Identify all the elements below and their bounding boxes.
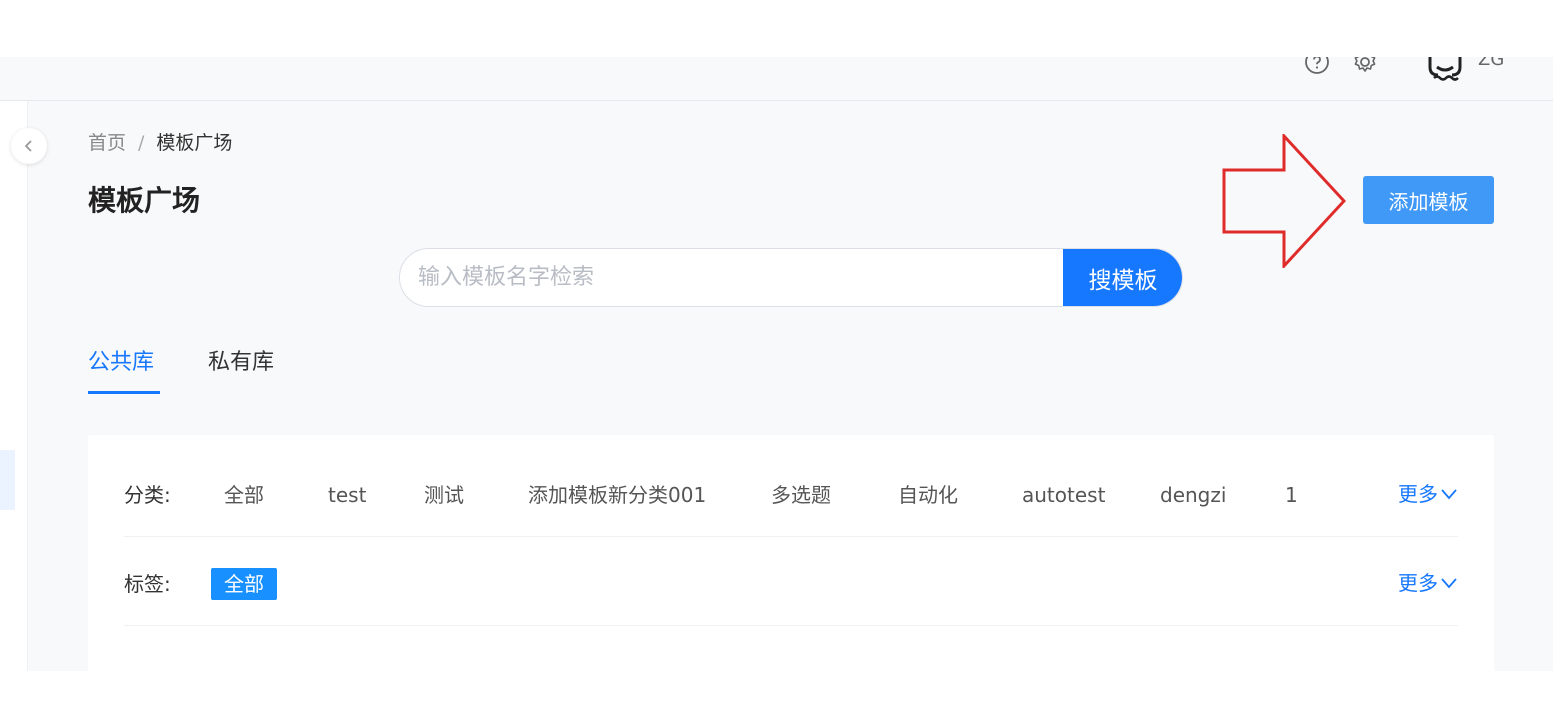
breadcrumb: 首页 / 模板广场 (88, 131, 232, 155)
category-item-ceshi[interactable]: 测试 (424, 483, 464, 507)
help-icon[interactable] (1304, 57, 1330, 75)
tab-public-library[interactable]: 公共库 (88, 347, 154, 379)
category-more-label: 更多 (1398, 482, 1438, 506)
breadcrumb-home[interactable]: 首页 (88, 132, 126, 154)
add-template-button[interactable]: 添加模板 (1363, 176, 1494, 224)
annotation-arrow-icon (1222, 134, 1346, 268)
tag-label: 标签: (124, 572, 171, 596)
category-item-new-category[interactable]: 添加模板新分类001 (528, 483, 706, 507)
search-button[interactable]: 搜模板 (1063, 249, 1182, 306)
tag-item-all[interactable]: 全部 (211, 568, 277, 600)
tag-filter-row: 标签: 全部 更多 (124, 536, 1458, 626)
user-name[interactable]: ZG (1478, 57, 1504, 71)
top-bar: ZG (0, 57, 1553, 101)
category-more-link[interactable]: 更多 (1398, 482, 1458, 506)
search-box: 搜模板 (399, 248, 1183, 307)
active-tab-indicator (88, 391, 160, 394)
avatar[interactable] (1426, 57, 1464, 81)
category-label: 分类: (124, 483, 171, 507)
category-item-test[interactable]: test (328, 483, 366, 507)
main-content: 首页 / 模板广场 模板广场 添加模板 搜模板 公共库 私有库 分类: 全部 tes… (28, 101, 1553, 671)
search-input[interactable] (400, 249, 1064, 306)
app-frame: ZG 首页 / 模板广场 模板广场 添加模板 搜模板 公共库 私有库 分类: (0, 57, 1553, 671)
page-title: 模板广场 (88, 184, 201, 217)
chevron-down-icon (1441, 489, 1457, 500)
category-item-automation[interactable]: 自动化 (898, 483, 958, 507)
category-item-1[interactable]: 1 (1285, 483, 1298, 507)
tag-more-label: 更多 (1398, 571, 1438, 595)
tag-more-link[interactable]: 更多 (1398, 571, 1458, 595)
breadcrumb-separator: / (138, 132, 145, 154)
category-item-dengzi[interactable]: dengzi (1160, 483, 1226, 507)
gear-icon[interactable] (1352, 57, 1378, 75)
breadcrumb-current: 模板广场 (156, 132, 233, 154)
filter-panel: 分类: 全部 test 测试 添加模板新分类001 多选题 自动化 autote… (88, 435, 1494, 671)
chevron-down-icon (1441, 578, 1457, 589)
category-item-all[interactable]: 全部 (224, 483, 264, 507)
sidebar-active-marker (0, 450, 15, 510)
sidebar (0, 101, 28, 671)
category-item-autotest[interactable]: autotest (1022, 483, 1105, 507)
category-item-multiple-choice[interactable]: 多选题 (771, 483, 831, 507)
tab-private-library[interactable]: 私有库 (208, 347, 274, 379)
category-filter-row: 分类: 全部 test 测试 添加模板新分类001 多选题 自动化 autote… (124, 447, 1458, 537)
